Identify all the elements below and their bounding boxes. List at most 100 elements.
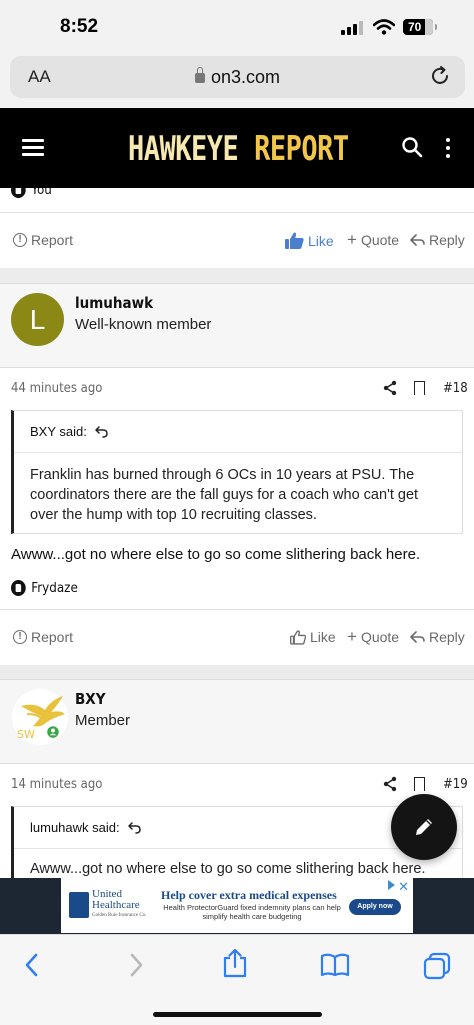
report-button[interactable]: ! Report: [13, 629, 73, 645]
like-icon: [290, 629, 306, 645]
post-actions: ! Report Like + Quote Reply: [0, 212, 474, 268]
ad-cta-button[interactable]: Apply now: [349, 899, 401, 915]
forward-icon[interactable]: [126, 952, 146, 978]
adchoices-icon[interactable]: [388, 880, 395, 890]
home-indicator: [153, 1012, 322, 1017]
share-icon[interactable]: [383, 380, 397, 396]
reaction-summary[interactable]: You: [11, 188, 52, 198]
report-icon: !: [13, 233, 27, 247]
plus-icon: +: [347, 627, 357, 646]
like-reaction-icon: [11, 188, 26, 198]
reply-button[interactable]: Reply: [410, 629, 465, 645]
reaction-summary[interactable]: Frydaze: [11, 580, 78, 596]
avatar[interactable]: L: [11, 293, 64, 346]
thread-content[interactable]: You ! Report Like + Quote Reply L lumuha…: [0, 188, 474, 878]
quote-label: Quote: [360, 629, 400, 645]
url-text: on3.com: [210, 67, 281, 87]
reply-label: Reply: [429, 232, 465, 248]
avatar-caption: SW: [17, 728, 35, 741]
compose-button[interactable]: [391, 794, 457, 860]
quote-block: BXY said: Franklin has burned through 6 …: [11, 410, 463, 534]
ad-headline: Help cover extra medical expenses: [161, 888, 337, 902]
post-number[interactable]: #19: [443, 777, 468, 792]
like-icon: [285, 232, 304, 249]
previous-post-tail: You ! Report Like + Quote Reply: [0, 188, 474, 268]
close-ad-icon[interactable]: ✕: [398, 879, 409, 895]
browser-address-area: AA on3.com: [0, 54, 474, 108]
ad-banner-area: United Healthcare Golden Rule Insurance …: [0, 878, 474, 934]
bookmark-icon[interactable]: [414, 777, 425, 791]
quote-text: Franklin has burned through 6 OCs in 10 …: [30, 467, 419, 523]
menu-icon[interactable]: [22, 139, 44, 157]
plus-icon: +: [347, 230, 357, 249]
reply-icon: [410, 234, 425, 246]
post-actions: ! Report Like + Quote Reply: [0, 609, 474, 665]
post-body: Awww...got no where else to go so come s…: [11, 546, 421, 563]
post-timestamp[interactable]: 44 minutes ago: [11, 381, 102, 396]
username[interactable]: lumuhawk: [75, 294, 153, 312]
like-button[interactable]: Like: [290, 629, 336, 645]
ad-subtext: Health ProtectorGuard fixed indemnity pl…: [163, 903, 341, 921]
quote-label: Quote: [360, 232, 400, 248]
ad-brand-line2: Healthcare: [92, 899, 140, 911]
post-18: L lumuhawk Well-known member 44 minutes …: [0, 283, 474, 665]
share-icon[interactable]: [383, 776, 397, 792]
reaction-user: You: [31, 188, 52, 198]
avatar[interactable]: SW: [11, 688, 69, 748]
search-icon[interactable]: [401, 136, 423, 158]
status-bar: 8:52 70: [0, 0, 474, 54]
like-button[interactable]: Like: [285, 232, 334, 249]
report-label: Report: [31, 629, 74, 645]
logo-text-left: HAWKEYE: [128, 130, 239, 169]
bookmark-icon[interactable]: [414, 381, 425, 395]
quote-header[interactable]: BXY said:: [14, 411, 462, 453]
lock-icon: [194, 67, 205, 83]
quote-author: BXY said:: [30, 424, 87, 439]
go-to-quote-icon: [95, 425, 108, 438]
reply-button[interactable]: Reply: [410, 232, 465, 248]
post-author-block: SW BXY Member: [0, 680, 474, 764]
like-label: Like: [308, 232, 334, 249]
quote-button[interactable]: + Quote: [347, 627, 400, 646]
cellular-signal-icon: [341, 21, 363, 35]
pencil-icon: [416, 819, 432, 835]
browser-toolbar: [0, 934, 474, 1025]
reply-label: Reply: [429, 629, 465, 645]
ad-banner[interactable]: United Healthcare Golden Rule Insurance …: [61, 878, 413, 933]
post-meta: 44 minutes ago #18: [0, 368, 474, 408]
bookmarks-icon[interactable]: [320, 952, 350, 978]
more-options-icon[interactable]: [446, 138, 450, 162]
post-timestamp[interactable]: 14 minutes ago: [11, 777, 102, 792]
battery-level: 70: [408, 20, 422, 34]
like-label: Like: [310, 629, 336, 645]
report-icon: !: [13, 630, 27, 644]
report-label: Report: [31, 232, 74, 248]
battery-icon: 70: [403, 19, 437, 35]
quote-button[interactable]: + Quote: [347, 230, 400, 249]
reply-icon: [410, 631, 425, 643]
url-display[interactable]: on3.com: [10, 67, 465, 88]
report-button[interactable]: ! Report: [13, 232, 73, 248]
reaction-user: Frydaze: [31, 580, 78, 596]
quote-author: lumuhawk said:: [30, 820, 120, 835]
like-reaction-icon: [11, 580, 26, 596]
back-icon[interactable]: [22, 952, 42, 978]
address-bar[interactable]: AA on3.com: [10, 56, 465, 98]
go-to-quote-icon: [127, 821, 141, 834]
site-logo[interactable]: HAWKEYE REPORT: [128, 130, 349, 169]
ad-brand-small: Golden Rule Insurance Co.: [92, 913, 147, 918]
user-title: Member: [75, 712, 131, 729]
post-number[interactable]: #18: [443, 381, 468, 396]
username[interactable]: BXY: [75, 690, 105, 708]
logo-text-right: REPORT: [254, 130, 349, 169]
share-icon[interactable]: [222, 948, 248, 978]
user-title: Well-known member: [75, 316, 212, 333]
status-time: 8:52: [60, 16, 99, 37]
reload-icon[interactable]: [429, 65, 451, 87]
wifi-icon: [373, 19, 395, 35]
brand-logo-icon: [69, 892, 89, 918]
post-author-block: L lumuhawk Well-known member: [0, 284, 474, 368]
post-meta: 14 minutes ago #19: [0, 764, 474, 804]
ad-brand: United Healthcare Golden Rule Insurance …: [92, 889, 146, 919]
tabs-icon[interactable]: [423, 952, 451, 980]
